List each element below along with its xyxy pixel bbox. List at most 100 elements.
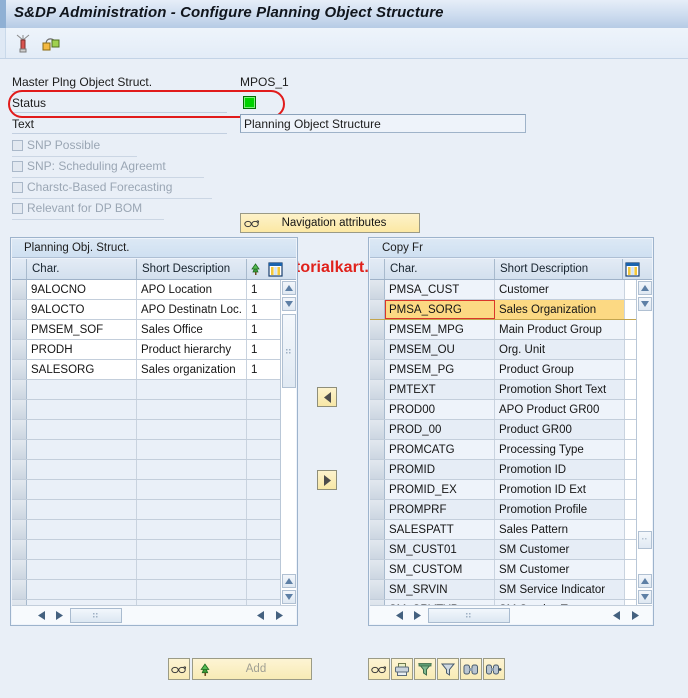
right-scroll-up-button-bottom[interactable] <box>638 574 652 588</box>
right-header-select-all[interactable] <box>370 259 385 279</box>
checkbox-relevant-for-dp-bom[interactable]: Relevant for DP BOM <box>12 201 212 218</box>
cell-short-description[interactable]: Sales Office <box>137 320 247 339</box>
cell-char[interactable]: PROMCATG <box>385 440 495 459</box>
left-vertical-scrollbar[interactable] <box>280 280 296 605</box>
cell-c[interactable] <box>247 580 284 599</box>
row-select-cell[interactable] <box>370 320 385 339</box>
cell-c[interactable] <box>247 420 284 439</box>
cell-short-description[interactable] <box>137 520 247 539</box>
table-row[interactable]: PMSEM_OU Org. Unit <box>370 340 636 360</box>
cell-c[interactable]: 1 <box>247 360 284 379</box>
cell-c[interactable] <box>247 380 284 399</box>
table-row[interactable] <box>12 420 284 440</box>
row-select-cell[interactable] <box>12 380 27 399</box>
row-select-cell[interactable] <box>12 320 27 339</box>
left-header-short-description[interactable]: Short Description <box>137 259 247 279</box>
row-select-cell[interactable] <box>12 440 27 459</box>
cell-char[interactable]: SM_CUSTOM <box>385 560 495 579</box>
objects-link-icon[interactable] <box>40 32 62 54</box>
cell-short-description[interactable]: Sales organization <box>137 360 247 379</box>
table-row[interactable]: PMSA_SORG Sales Organization <box>370 300 636 320</box>
filter-set-button[interactable] <box>414 658 436 680</box>
row-select-cell[interactable] <box>12 340 27 359</box>
cell-short-description[interactable]: APO Location <box>137 280 247 299</box>
row-select-cell[interactable] <box>370 560 385 579</box>
cell-short-description[interactable]: Promotion ID Ext <box>495 480 625 499</box>
left-horizontal-scrollbar[interactable] <box>12 605 296 624</box>
print-button[interactable] <box>391 658 413 680</box>
right-scroll-down-button[interactable] <box>638 297 652 311</box>
cell-short-description[interactable] <box>137 500 247 519</box>
row-select-cell[interactable] <box>370 440 385 459</box>
row-select-cell[interactable] <box>370 480 385 499</box>
right-horizontal-scrollbar[interactable] <box>370 605 652 624</box>
row-select-cell[interactable] <box>370 460 385 479</box>
row-select-cell[interactable] <box>12 580 27 599</box>
cell-char[interactable]: 9ALOCNO <box>27 280 137 299</box>
table-row[interactable] <box>12 520 284 540</box>
right-scroll-down-button-bottom[interactable] <box>638 590 652 604</box>
cell-char[interactable]: SM_SRVIN <box>385 580 495 599</box>
cell-char[interactable]: 9ALOCTO <box>27 300 137 319</box>
left-hscroll-right-button[interactable] <box>52 608 67 623</box>
cell-char[interactable]: PRODH <box>27 340 137 359</box>
table-row[interactable]: PROMID_EX Promotion ID Ext <box>370 480 636 500</box>
table-row[interactable] <box>12 480 284 500</box>
cell-char[interactable]: SM_CUST01 <box>385 540 495 559</box>
table-row[interactable]: PMSA_CUST Customer <box>370 280 636 300</box>
cell-short-description[interactable]: Promotion Profile <box>495 500 625 519</box>
cell-short-description[interactable]: Main Product Group <box>495 320 625 339</box>
cell-short-description[interactable] <box>137 580 247 599</box>
cell-char[interactable] <box>27 420 137 439</box>
row-select-cell[interactable] <box>12 400 27 419</box>
cell-short-description[interactable]: Product GR00 <box>495 420 625 439</box>
checkbox-box[interactable] <box>12 161 23 172</box>
table-row[interactable]: SM_SRVIN SM Service Indicator <box>370 580 636 600</box>
cell-short-description[interactable]: SM Service Indicator <box>495 580 625 599</box>
glasses-icon-button[interactable] <box>368 658 390 680</box>
row-select-cell[interactable] <box>370 300 385 319</box>
cell-char[interactable] <box>27 460 137 479</box>
cell-char[interactable]: PROD_00 <box>385 420 495 439</box>
cell-char[interactable] <box>27 440 137 459</box>
cell-char[interactable] <box>27 400 137 419</box>
table-row[interactable] <box>12 560 284 580</box>
left-scroll-down-button-bottom[interactable] <box>282 590 296 604</box>
row-select-cell[interactable] <box>370 280 385 299</box>
table-row[interactable]: 9ALOCNO APO Location 1 <box>12 280 284 300</box>
row-select-cell[interactable] <box>12 540 27 559</box>
checkbox-snp-scheduling-agreemt[interactable]: SNP: Scheduling Agreemt <box>12 159 212 176</box>
cell-short-description[interactable]: APO Destinatn Loc. <box>137 300 247 319</box>
cell-short-description[interactable] <box>137 400 247 419</box>
cell-char[interactable]: PMSA_CUST <box>385 280 495 299</box>
cell-short-description[interactable]: Promotion Short Text <box>495 380 625 399</box>
row-select-cell[interactable] <box>12 300 27 319</box>
table-row[interactable] <box>12 400 284 420</box>
right-scroll-thumb[interactable] <box>638 531 652 549</box>
cell-c[interactable] <box>247 560 284 579</box>
table-row[interactable]: PMSEM_MPG Main Product Group <box>370 320 636 340</box>
left-scroll-up-button[interactable] <box>282 281 296 295</box>
cell-short-description[interactable] <box>137 440 247 459</box>
row-select-cell[interactable] <box>12 500 27 519</box>
table-row[interactable]: PMTEXT Promotion Short Text <box>370 380 636 400</box>
cell-char[interactable]: PROMID_EX <box>385 480 495 499</box>
cell-c[interactable] <box>247 400 284 419</box>
row-select-cell[interactable] <box>370 340 385 359</box>
cell-c[interactable] <box>247 440 284 459</box>
row-select-cell[interactable] <box>12 420 27 439</box>
table-row[interactable]: PROMCATG Processing Type <box>370 440 636 460</box>
right-header-short-description[interactable]: Short Description <box>495 259 623 279</box>
move-left-button[interactable] <box>317 387 337 407</box>
cell-c[interactable] <box>247 540 284 559</box>
cell-c[interactable] <box>247 500 284 519</box>
table-row[interactable] <box>12 460 284 480</box>
row-select-cell[interactable] <box>370 360 385 379</box>
checkbox-box[interactable] <box>12 203 23 214</box>
table-row[interactable]: SM_CUSTOM SM Customer <box>370 560 636 580</box>
navigation-attributes-button[interactable]: Navigation attributes <box>240 213 420 233</box>
table-row[interactable]: SALESORG Sales organization 1 <box>12 360 284 380</box>
filter-button[interactable] <box>437 658 459 680</box>
checkbox-box[interactable] <box>12 140 23 151</box>
right-hscroll-right-button[interactable] <box>410 608 425 623</box>
